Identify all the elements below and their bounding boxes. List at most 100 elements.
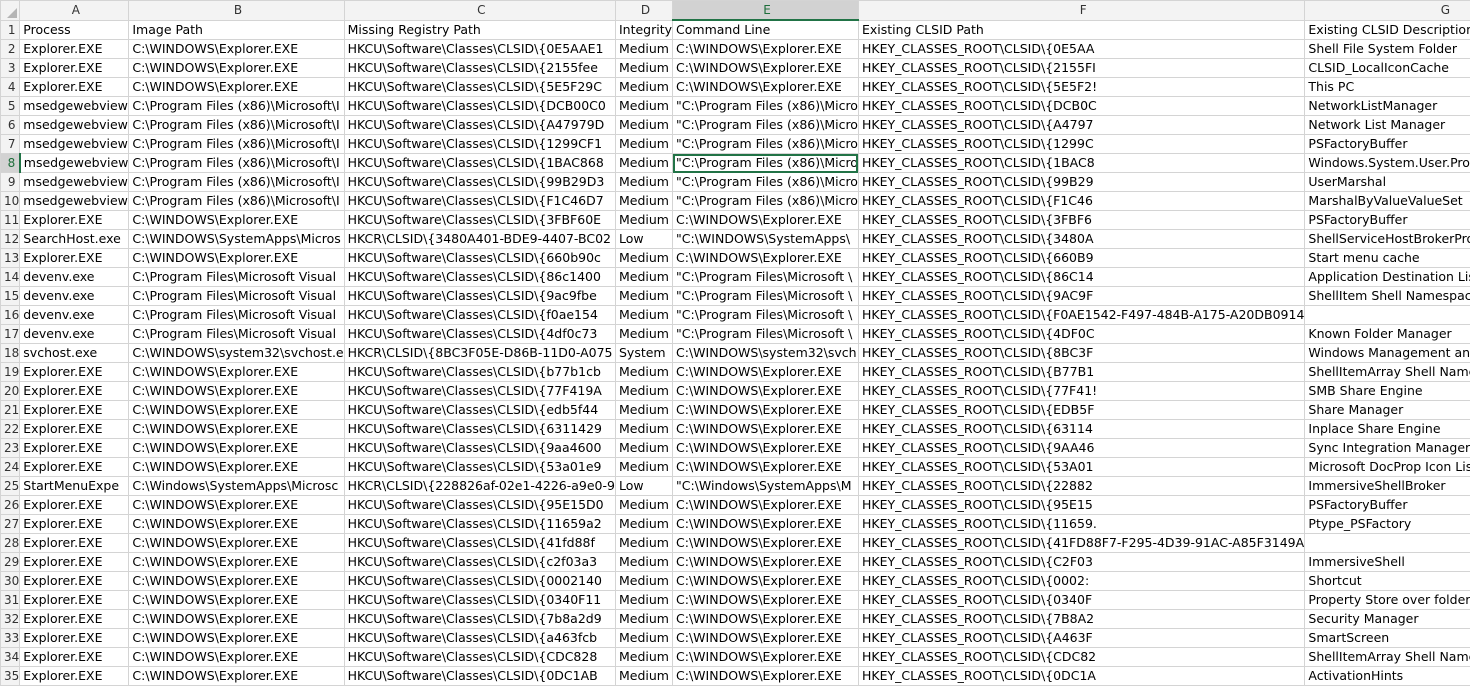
cell-g25[interactable]: ImmersiveShellBroker (1304, 476, 1470, 496)
row-header[interactable]: 11 (0, 210, 21, 230)
cell-b19[interactable]: C:\WINDOWS\Explorer.EXE (128, 362, 345, 382)
cell-d20[interactable]: Medium (614, 381, 674, 401)
cell-f9[interactable]: HKEY_CLASSES_ROOT\CLSID\{99B29 (857, 172, 1306, 192)
cell-d31[interactable]: Medium (614, 590, 674, 610)
cell-f26[interactable]: HKEY_CLASSES_ROOT\CLSID\{95E15 (857, 495, 1306, 515)
cell-e27[interactable]: C:\WINDOWS\Explorer.EXE (672, 514, 859, 534)
cell-f22[interactable]: HKEY_CLASSES_ROOT\CLSID\{63114 (857, 419, 1306, 439)
row-header[interactable]: 9 (0, 172, 21, 192)
cell-c33[interactable]: HKCU\Software\Classes\CLSID\{a463fcb (343, 628, 616, 648)
cell-g35[interactable]: ActivationHints (1304, 666, 1470, 686)
cell-c8[interactable]: HKCU\Software\Classes\CLSID\{1BAC868 (343, 153, 616, 173)
cell-a29[interactable]: Explorer.EXE (19, 552, 130, 572)
cell-b17[interactable]: C:\Program Files\Microsoft Visual (128, 324, 345, 344)
cell-e5[interactable]: "C:\Program Files (x86)\Micro (672, 96, 859, 116)
cell-e32[interactable]: C:\WINDOWS\Explorer.EXE (672, 609, 859, 629)
cell-a32[interactable]: Explorer.EXE (19, 609, 130, 629)
cell-g13[interactable]: Start menu cache (1304, 248, 1470, 268)
cell-d26[interactable]: Medium (614, 495, 674, 515)
row-header[interactable]: 12 (0, 229, 21, 249)
row-header[interactable]: 25 (0, 476, 21, 496)
row-header[interactable]: 33 (0, 628, 21, 648)
cell-b31[interactable]: C:\WINDOWS\Explorer.EXE (128, 590, 345, 610)
cell-f8[interactable]: HKEY_CLASSES_ROOT\CLSID\{1BAC8 (857, 153, 1306, 173)
cell-e15[interactable]: "C:\Program Files\Microsoft \ (672, 286, 859, 306)
cell-e20[interactable]: C:\WINDOWS\Explorer.EXE (672, 381, 859, 401)
cell-f29[interactable]: HKEY_CLASSES_ROOT\CLSID\{C2F03 (857, 552, 1306, 572)
cell-f5[interactable]: HKEY_CLASSES_ROOT\CLSID\{DCB0C (857, 96, 1306, 116)
cell-g23[interactable]: Sync Integration Manager (1304, 438, 1470, 458)
row-header[interactable]: 26 (0, 495, 21, 515)
cell-d2[interactable]: Medium (614, 39, 674, 59)
cell-d1[interactable]: Integrity (614, 19, 674, 40)
cell-a24[interactable]: Explorer.EXE (19, 457, 130, 477)
cell-a21[interactable]: Explorer.EXE (19, 400, 130, 420)
cell-f2[interactable]: HKEY_CLASSES_ROOT\CLSID\{0E5AA (857, 39, 1306, 59)
cell-c14[interactable]: HKCU\Software\Classes\CLSID\{86c1400 (343, 267, 616, 287)
cell-f12[interactable]: HKEY_CLASSES_ROOT\CLSID\{3480A (857, 229, 1306, 249)
cell-c15[interactable]: HKCU\Software\Classes\CLSID\{9ac9fbe (343, 286, 616, 306)
cell-b2[interactable]: C:\WINDOWS\Explorer.EXE (128, 39, 345, 59)
cell-g16[interactable] (1304, 305, 1470, 325)
cell-b7[interactable]: C:\Program Files (x86)\Microsoft\I (128, 134, 345, 154)
row-header[interactable]: 3 (0, 58, 21, 78)
cell-a25[interactable]: StartMenuExpe (19, 476, 130, 496)
cell-c4[interactable]: HKCU\Software\Classes\CLSID\{5E5F29C (343, 77, 616, 97)
cell-b27[interactable]: C:\WINDOWS\Explorer.EXE (128, 514, 345, 534)
cell-b18[interactable]: C:\WINDOWS\system32\svchost.e (128, 343, 345, 363)
column-header-e[interactable]: E (672, 0, 859, 21)
cell-f24[interactable]: HKEY_CLASSES_ROOT\CLSID\{53A01 (857, 457, 1306, 477)
cell-c6[interactable]: HKCU\Software\Classes\CLSID\{A47979D (343, 115, 616, 135)
cell-b10[interactable]: C:\Program Files (x86)\Microsoft\I (128, 191, 345, 211)
cell-f18[interactable]: HKEY_CLASSES_ROOT\CLSID\{8BC3F (857, 343, 1306, 363)
cell-e23[interactable]: C:\WINDOWS\Explorer.EXE (672, 438, 859, 458)
cell-a5[interactable]: msedgewebview (19, 96, 130, 116)
cell-g3[interactable]: CLSID_LocalIconCache (1304, 58, 1470, 78)
row-header[interactable]: 27 (0, 514, 21, 534)
cell-d27[interactable]: Medium (614, 514, 674, 534)
cell-g33[interactable]: SmartScreen (1304, 628, 1470, 648)
cell-d25[interactable]: Low (614, 476, 674, 496)
cell-g14[interactable]: Application Destination List (1304, 267, 1470, 287)
cell-g6[interactable]: Network List Manager (1304, 115, 1470, 135)
cell-a18[interactable]: svchost.exe (19, 343, 130, 363)
cell-d30[interactable]: Medium (614, 571, 674, 591)
cell-e34[interactable]: C:\WINDOWS\Explorer.EXE (672, 647, 859, 667)
row-header[interactable]: 22 (0, 419, 21, 439)
row-header[interactable]: 32 (0, 609, 21, 629)
row-header[interactable]: 10 (0, 191, 21, 211)
cell-d32[interactable]: Medium (614, 609, 674, 629)
cell-c21[interactable]: HKCU\Software\Classes\CLSID\{edb5f44 (343, 400, 616, 420)
cell-a4[interactable]: Explorer.EXE (19, 77, 130, 97)
cell-g20[interactable]: SMB Share Engine (1304, 381, 1470, 401)
cell-b29[interactable]: C:\WINDOWS\Explorer.EXE (128, 552, 345, 572)
cell-c2[interactable]: HKCU\Software\Classes\CLSID\{0E5AAE1 (343, 39, 616, 59)
row-header[interactable]: 2 (0, 39, 21, 59)
cell-d14[interactable]: Medium (614, 267, 674, 287)
cell-a9[interactable]: msedgewebview (19, 172, 130, 192)
cell-e22[interactable]: C:\WINDOWS\Explorer.EXE (672, 419, 859, 439)
row-header[interactable]: 4 (0, 77, 21, 97)
column-header-c[interactable]: C (343, 0, 616, 21)
row-header[interactable]: 15 (0, 286, 21, 306)
cell-c28[interactable]: HKCU\Software\Classes\CLSID\{41fd88f (343, 533, 616, 553)
cell-b26[interactable]: C:\WINDOWS\Explorer.EXE (128, 495, 345, 515)
cell-g18[interactable]: Windows Management and Instrumentation (1304, 343, 1470, 363)
cell-e3[interactable]: C:\WINDOWS\Explorer.EXE (672, 58, 859, 78)
cell-f19[interactable]: HKEY_CLASSES_ROOT\CLSID\{B77B1 (857, 362, 1306, 382)
cell-f30[interactable]: HKEY_CLASSES_ROOT\CLSID\{0002: (857, 571, 1306, 591)
cell-c12[interactable]: HKCR\CLSID\{3480A401-BDE9-4407-BC02 (343, 229, 616, 249)
cell-g8[interactable]: Windows.System.User.ProxySt (1304, 153, 1470, 173)
cell-c22[interactable]: HKCU\Software\Classes\CLSID\{6311429 (343, 419, 616, 439)
cell-c3[interactable]: HKCU\Software\Classes\CLSID\{2155fee (343, 58, 616, 78)
cell-g12[interactable]: ShellServiceHostBrokerProvider (1304, 229, 1470, 249)
cell-a17[interactable]: devenv.exe (19, 324, 130, 344)
cell-a6[interactable]: msedgewebview (19, 115, 130, 135)
row-header[interactable]: 35 (0, 666, 21, 686)
row-header[interactable]: 19 (0, 362, 21, 382)
cell-b13[interactable]: C:\WINDOWS\Explorer.EXE (128, 248, 345, 268)
column-header-f[interactable]: F (857, 0, 1306, 21)
cell-b4[interactable]: C:\WINDOWS\Explorer.EXE (128, 77, 345, 97)
cell-e29[interactable]: C:\WINDOWS\Explorer.EXE (672, 552, 859, 572)
cell-e28[interactable]: C:\WINDOWS\Explorer.EXE (672, 533, 859, 553)
